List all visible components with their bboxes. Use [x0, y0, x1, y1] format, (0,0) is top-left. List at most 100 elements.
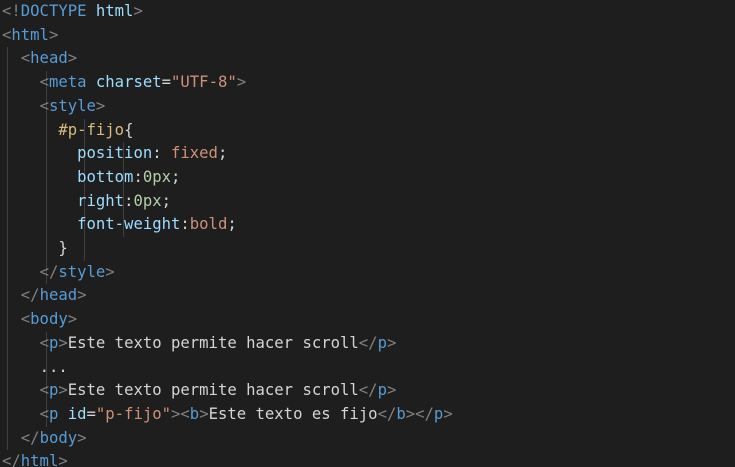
code-token-punct: <: [39, 333, 49, 352]
code-token-prop: bottom: [77, 167, 134, 186]
code-token-tag: head: [39, 286, 78, 305]
code-token-text: Este texto permite hacer scroll: [67, 381, 359, 400]
code-token-text: {: [124, 120, 134, 139]
code-token-punct: >: [67, 310, 78, 329]
code-line: <body>: [2, 308, 77, 332]
code-token-num: 0px: [142, 167, 172, 186]
code-token-text: Este texto es fijo: [208, 404, 378, 423]
code-token-punct: </: [358, 333, 378, 352]
code-token-punct: </: [20, 428, 40, 447]
code-token-text: :: [180, 215, 190, 234]
code-token-prop: font-weight: [77, 215, 181, 234]
code-token-punct: >: [58, 333, 68, 352]
code-token-tag: body: [39, 428, 78, 447]
code-line: position: fixed;: [2, 142, 227, 166]
code-token-punct: <: [39, 96, 49, 115]
code-token-val: bold: [189, 215, 228, 234]
code-line: <meta charset="UTF-8">: [2, 71, 247, 95]
code-editor[interactable]: <!DOCTYPE html> <html> <head> <meta chars…: [0, 0, 735, 467]
code-token-punct: </: [20, 286, 40, 305]
code-token-text: ;: [227, 215, 237, 234]
code-token-punct: <: [39, 381, 49, 400]
code-token-punct: >: [386, 381, 397, 400]
code-line: </head>: [2, 284, 87, 308]
code-token-tag: p: [48, 404, 59, 423]
code-token-punct: >: [77, 428, 87, 447]
code-token-tag: meta: [48, 73, 87, 92]
code-token-text: ;: [217, 144, 228, 163]
code-token-tag: p: [433, 404, 444, 423]
code-token-tag: html: [11, 25, 49, 44]
code-token-punct: ></: [405, 404, 434, 423]
code-token-str: "p-fijo": [95, 404, 172, 423]
code-token-punct: >: [133, 2, 143, 20]
code-token-punct: </: [358, 381, 378, 400]
code-token-punct: >: [58, 452, 68, 467]
code-token-punct: </: [377, 404, 397, 423]
code-token-punct: <: [39, 73, 49, 92]
code-line: <head>: [2, 47, 77, 71]
code-token-text: Este texto permite hacer scroll: [67, 333, 359, 352]
code-line: right:0px;: [2, 190, 171, 214]
code-line: <html>: [2, 24, 58, 48]
code-token-tag: b: [189, 404, 200, 423]
code-token-punct: ><: [171, 404, 190, 423]
code-token-text: :: [152, 144, 171, 163]
code-token-text: }: [58, 239, 68, 257]
code-token-attr: charset: [95, 73, 162, 92]
code-token-punct: >: [48, 25, 59, 44]
code-token-prop: position: [77, 144, 153, 163]
code-line: #p-fijo{: [2, 119, 133, 143]
code-token-punct: >: [443, 404, 453, 423]
code-token-punct: >: [105, 262, 115, 281]
code-token-text: =: [86, 404, 96, 423]
code-line: ...: [2, 356, 68, 380]
code-token-tag: p: [377, 333, 387, 352]
code-token-punct: </: [39, 262, 59, 281]
code-token-tag: style: [58, 262, 106, 281]
code-token-num: 0px: [133, 191, 162, 210]
code-token-tag: style: [48, 96, 96, 115]
code-token-attr: html: [95, 2, 134, 20]
code-line: <p>Este texto permite hacer scroll</p>: [2, 332, 397, 356]
code-token-tag: p: [48, 381, 59, 400]
code-token-tag: DOCTYPE: [20, 2, 87, 20]
code-token-tag: head: [30, 49, 68, 68]
code-token-punct: >: [67, 49, 78, 68]
code-token-punct: <: [39, 404, 49, 423]
code-line: <p>Este texto permite hacer scroll</p>: [2, 379, 397, 403]
code-line: <p id="p-fijo"><b>Este texto es fijo</b>…: [2, 403, 453, 427]
code-token-punct: <: [20, 310, 31, 329]
code-token-text: ...: [39, 357, 68, 376]
code-token-punct: <: [2, 25, 12, 44]
code-token-punct: >: [199, 404, 209, 423]
code-token-prop: right: [77, 191, 125, 210]
code-token-punct: <!: [2, 2, 21, 20]
code-line: </html>: [2, 450, 68, 467]
code-line: </style>: [2, 261, 115, 285]
code-line: </body>: [2, 427, 87, 451]
code-line: <style>: [2, 95, 106, 119]
code-token-tag: p: [377, 381, 387, 400]
code-token-val: fixed: [171, 144, 218, 163]
code-token-text: ;: [171, 167, 181, 186]
code-token-punct: </: [2, 452, 21, 467]
code-token-tag: p: [48, 333, 59, 352]
code-token-attr: id: [67, 404, 87, 423]
